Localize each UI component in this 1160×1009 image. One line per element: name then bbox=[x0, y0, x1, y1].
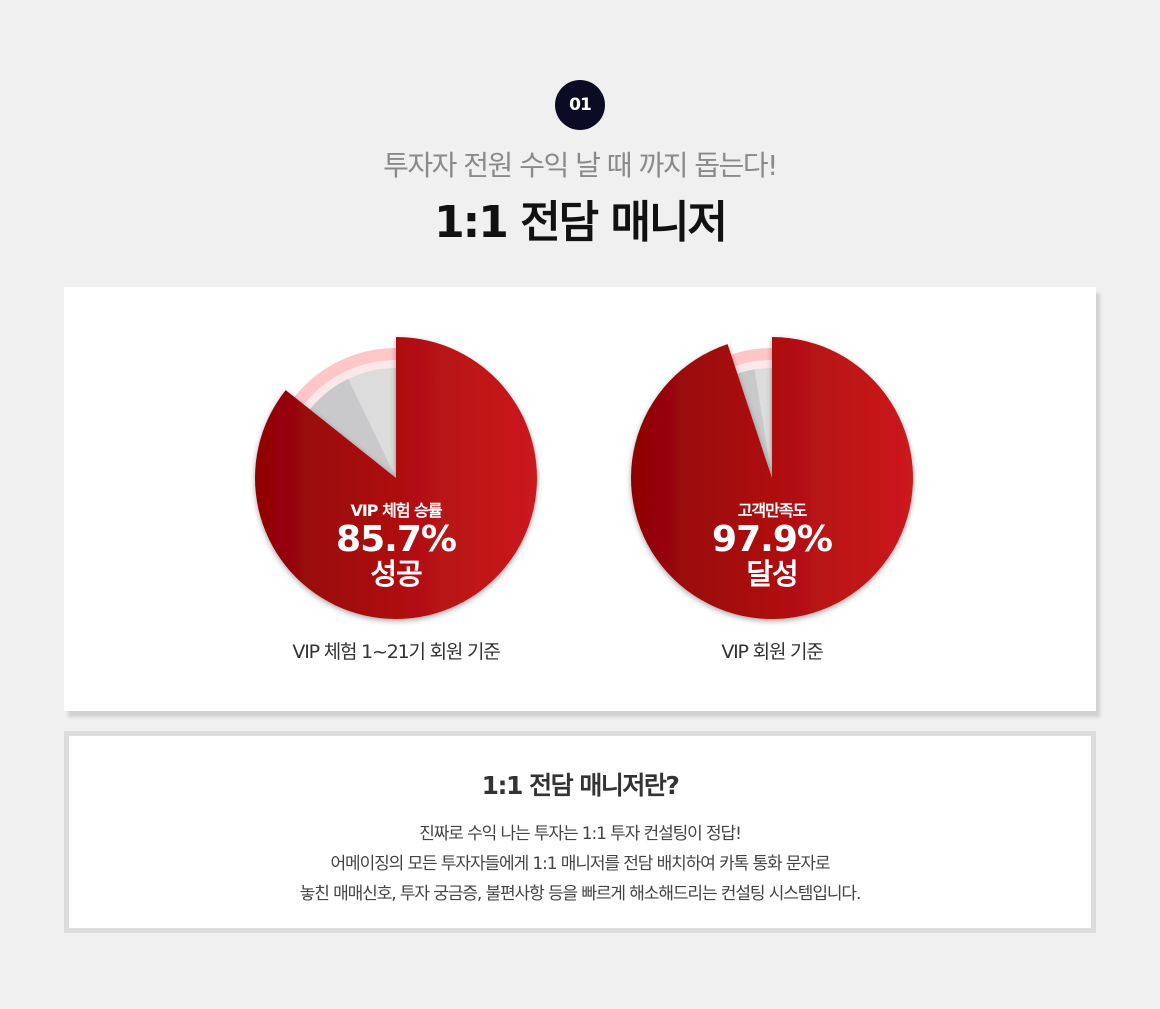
win-rate-pie-graphic bbox=[255, 337, 538, 619]
info-line: 진짜로 수익 나는 투자는 1:1 투자 컨설팅이 정답! bbox=[419, 824, 742, 844]
value-slice bbox=[255, 337, 538, 619]
win-rate-pie: VIP 체험 승률 85.7% 성공 bbox=[255, 337, 538, 619]
info-title: 1:1 전담 매니저란? bbox=[481, 771, 680, 800]
win-rate-caption: VIP 체험 1~21기 회원 기준 bbox=[292, 641, 500, 663]
info-line: 어메이징의 모든 투자자들에게 1:1 매니저를 전담 배치하여 카톡 통화 문… bbox=[330, 854, 831, 874]
stats-card: VIP 체험 승률 85.7% 성공 VIP 체험 1~21기 회원 기준 고객… bbox=[64, 287, 1096, 711]
satisfaction-pie: 고객만족도 97.9% 달성 bbox=[631, 337, 913, 619]
section-subtitle: 투자자 전원 수익 날 때 까지 돕는다! bbox=[383, 149, 778, 182]
value-slice bbox=[631, 337, 913, 619]
section-title: 1:1 전담 매니저 bbox=[434, 197, 728, 248]
satisfaction-caption: VIP 회원 기준 bbox=[721, 641, 823, 663]
info-description: 진짜로 수익 나는 투자는 1:1 투자 컨설팅이 정답! 어메이징의 모든 투… bbox=[69, 819, 1091, 909]
info-box: 1:1 전담 매니저란? 진짜로 수익 나는 투자는 1:1 투자 컨설팅이 정… bbox=[64, 731, 1096, 933]
satisfaction-pie-graphic bbox=[631, 337, 913, 619]
step-number-badge: 01 bbox=[555, 80, 605, 130]
info-line: 놓친 매매신호, 투자 궁금증, 불편사항 등을 빠르게 해소해드리는 컨설팅 … bbox=[299, 884, 862, 904]
